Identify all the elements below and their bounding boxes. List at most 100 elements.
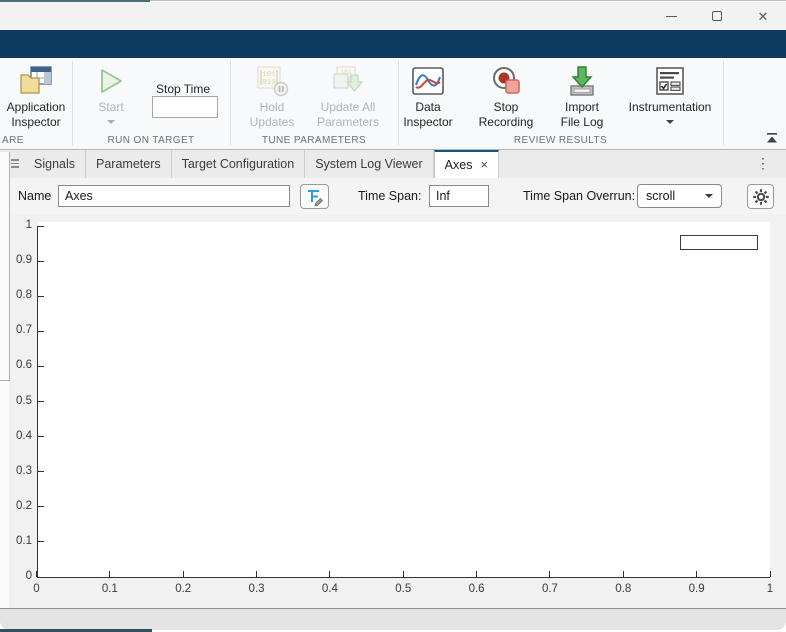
x-tick-label: 0.4 — [321, 583, 338, 595]
instrumentation-button[interactable]: Instrumentation — [620, 62, 720, 124]
import-file-log-button[interactable]: Import File Log — [547, 62, 617, 130]
x-tick-label: 0.6 — [468, 583, 485, 595]
close-button[interactable]: ✕ — [740, 2, 786, 30]
edit-signals-button[interactable] — [300, 184, 329, 209]
tab-target-configuration-label: Target Configuration — [181, 157, 295, 171]
x-tick-mark — [549, 571, 551, 577]
x-tick-label: 0.5 — [395, 583, 412, 595]
tab-system-log-viewer-label: System Log Viewer — [315, 157, 423, 171]
app-window: ✕ ARE RUN ON TARGET TUNE PARAMETERS REVI… — [0, 0, 786, 632]
x-tick-mark — [402, 571, 404, 577]
y-tick-mark — [38, 576, 44, 578]
x-tick-mark — [329, 571, 331, 577]
x-tick-mark — [256, 571, 258, 577]
x-tick-label: 0.2 — [175, 583, 192, 595]
application-inspector-button[interactable]: Application Inspector — [3, 62, 69, 130]
time-span-input[interactable] — [429, 185, 489, 207]
stop-recording-label: Stop Recording — [478, 100, 534, 129]
axes-plot-area: 0 0.1 0.2 0.3 0.4 0.5 0.6 0.7 0.8 0.9 1 1 0.9 0.8 0.7… — [0, 215, 786, 608]
import-file-log-label: Import File Log — [560, 100, 604, 129]
stop-time-label: Stop Time — [155, 82, 211, 96]
minimize-icon — [665, 15, 677, 17]
start-button[interactable]: Start — [84, 62, 138, 124]
tab-axes[interactable]: Axes × — [433, 150, 500, 178]
name-label: Name — [18, 189, 52, 203]
tab-target-configuration[interactable]: Target Configuration — [172, 150, 306, 178]
ribbon-group-label-run-on-target: RUN ON TARGET — [107, 135, 195, 146]
x-tick-label: 0.3 — [248, 583, 265, 595]
tabs: Signals Parameters Target Configuration … — [24, 150, 500, 178]
y-tick-mark — [38, 365, 44, 367]
x-tick-mark — [182, 571, 184, 577]
y-tick-mark — [38, 471, 44, 473]
ribbon-group-label-review-results: REVIEW RESULTS — [513, 135, 608, 146]
stop-recording-icon — [490, 62, 522, 100]
time-span-label: Time Span: — [358, 189, 422, 203]
tab-system-log-viewer[interactable]: System Log Viewer — [305, 150, 434, 178]
time-span-overrun-select[interactable]: scroll — [637, 184, 722, 208]
x-tick-mark — [696, 571, 698, 577]
tab-overflow-menu-icon[interactable]: ⋮ — [756, 155, 770, 172]
tab-axes-label: Axes — [444, 158, 473, 172]
start-label: Start — [98, 100, 124, 114]
background-window-border-top — [150, 0, 786, 1]
data-inspector-label: Data Inspector — [403, 100, 453, 129]
collapse-ribbon-icon — [767, 132, 777, 142]
title-bar: ✕ — [0, 2, 786, 30]
time-span-overrun-label: Time Span Overrun: — [523, 189, 636, 203]
panel-splitter[interactable] — [9, 152, 10, 380]
x-tick-label: 0.9 — [688, 583, 705, 595]
tab-parameters-label: Parameters — [96, 157, 161, 171]
import-file-log-icon — [566, 62, 598, 100]
x-tick-label: 1 — [766, 583, 774, 595]
name-input[interactable] — [58, 185, 290, 207]
collapse-ribbon-button[interactable] — [763, 130, 781, 145]
y-tick-mark — [38, 295, 44, 297]
stop-recording-button[interactable]: Stop Recording — [471, 62, 541, 130]
tab-dock-grip-icon[interactable] — [11, 159, 19, 168]
instrumentation-icon — [655, 62, 685, 100]
chevron-down-icon — [705, 194, 713, 198]
update-all-parameters-button[interactable]: 101 010 Update All Parameters — [306, 62, 390, 130]
instrumentation-dropdown-icon — [666, 120, 674, 124]
panel-splitter-cap — [0, 380, 10, 381]
y-tick-mark — [38, 436, 44, 438]
ribbon-group-label-tune-parameters: TUNE PARAMETERS — [261, 135, 367, 146]
status-bar — [0, 608, 786, 630]
document-tab-bar: Signals Parameters Target Configuration … — [0, 150, 786, 178]
x-tick-label: 0.8 — [615, 583, 632, 595]
window-controls: ✕ — [648, 2, 786, 30]
tab-close-icon[interactable]: × — [480, 157, 488, 172]
axes-settings-button[interactable] — [747, 184, 774, 209]
x-tick-mark — [476, 571, 478, 577]
close-icon: ✕ — [757, 8, 769, 24]
y-tick-mark — [38, 225, 44, 227]
application-inspector-icon — [19, 62, 53, 100]
tab-parameters[interactable]: Parameters — [86, 150, 172, 178]
tab-signals[interactable]: Signals — [24, 150, 86, 178]
ribbon-header-band — [0, 30, 786, 58]
start-icon — [97, 62, 125, 100]
hold-updates-icon: 101 010 — [255, 62, 289, 100]
x-tick-mark — [109, 571, 111, 577]
x-tick-mark — [769, 571, 771, 577]
start-dropdown-icon — [107, 120, 115, 124]
hold-updates-label: Hold Updates — [249, 100, 295, 129]
data-inspector-button[interactable]: Data Inspector — [399, 62, 457, 130]
edit-signals-icon — [308, 190, 324, 206]
x-tick-label: 0.1 — [101, 583, 118, 595]
minimize-button[interactable] — [648, 2, 694, 30]
svg-text:010: 010 — [262, 79, 276, 87]
update-all-parameters-icon: 101 010 — [331, 62, 365, 100]
stop-time-input[interactable] — [152, 96, 218, 118]
x-tick-mark — [622, 571, 624, 577]
y-tick-mark — [38, 260, 44, 262]
axes-settings-toolbar: Name Time Span: Time Span Overrun: scrol… — [0, 178, 786, 215]
data-inspector-icon — [412, 62, 444, 100]
maximize-button[interactable] — [694, 2, 740, 30]
tab-signals-label: Signals — [34, 157, 75, 171]
hold-updates-button[interactable]: 101 010 Hold Updates — [238, 62, 306, 130]
ribbon-separator — [72, 61, 73, 145]
maximize-icon — [712, 11, 722, 21]
update-all-parameters-label: Update All Parameters — [316, 100, 380, 129]
